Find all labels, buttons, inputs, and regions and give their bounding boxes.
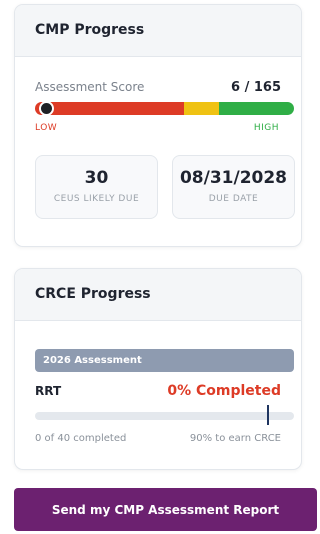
crce-progress-bar <box>35 412 294 420</box>
credential-row: RRT 0% Completed <box>35 383 281 399</box>
assessment-score-row: Assessment Score 6 / 165 <box>35 80 281 95</box>
ceus-due-stat: 30 CEUS LIKELY DUE <box>35 155 158 219</box>
score-scale-high-segment <box>218 102 294 115</box>
scale-low-label: LOW <box>35 123 58 133</box>
score-marker <box>38 101 54 116</box>
score-scale-bar <box>35 102 294 115</box>
threshold-label: 90% to earn CRCE <box>189 433 281 444</box>
score-scale-labels: LOW HIGH <box>35 123 279 133</box>
crce-progress-card: CRCE Progress 2026 Assessment RRT 0% Com… <box>14 268 302 470</box>
completed-count-label: 0 of 40 completed <box>35 433 127 444</box>
crce-progress-captions: 0 of 40 completed 90% to earn CRCE <box>35 433 281 444</box>
cmp-progress-title: CMP Progress <box>15 5 301 57</box>
due-date-label: DUE DATE <box>208 194 259 204</box>
score-scale-low-segment <box>35 102 184 115</box>
ceus-due-value: 30 <box>84 168 109 188</box>
completion-percent: 0% Completed <box>167 383 281 399</box>
crce-threshold-marker <box>267 405 270 425</box>
send-report-button[interactable]: Send my CMP Assessment Report <box>14 488 317 531</box>
ceus-due-label: CEUS LIKELY DUE <box>53 194 140 204</box>
assessment-score-label: Assessment Score <box>35 80 145 94</box>
cmp-progress-card: CMP Progress Assessment Score 6 / 165 LO… <box>14 4 302 247</box>
credential-label: RRT <box>35 384 62 398</box>
score-scale-medium-segment <box>183 102 219 115</box>
assessment-score-value: 6 / 165 <box>231 80 281 95</box>
scale-high-label: HIGH <box>253 123 279 133</box>
assessment-year-badge: 2026 Assessment <box>35 349 294 372</box>
due-date-stat: 08/31/2028 DUE DATE <box>172 155 295 219</box>
crce-progress-title: CRCE Progress <box>15 269 301 321</box>
due-date-value: 08/31/2028 <box>179 168 288 188</box>
